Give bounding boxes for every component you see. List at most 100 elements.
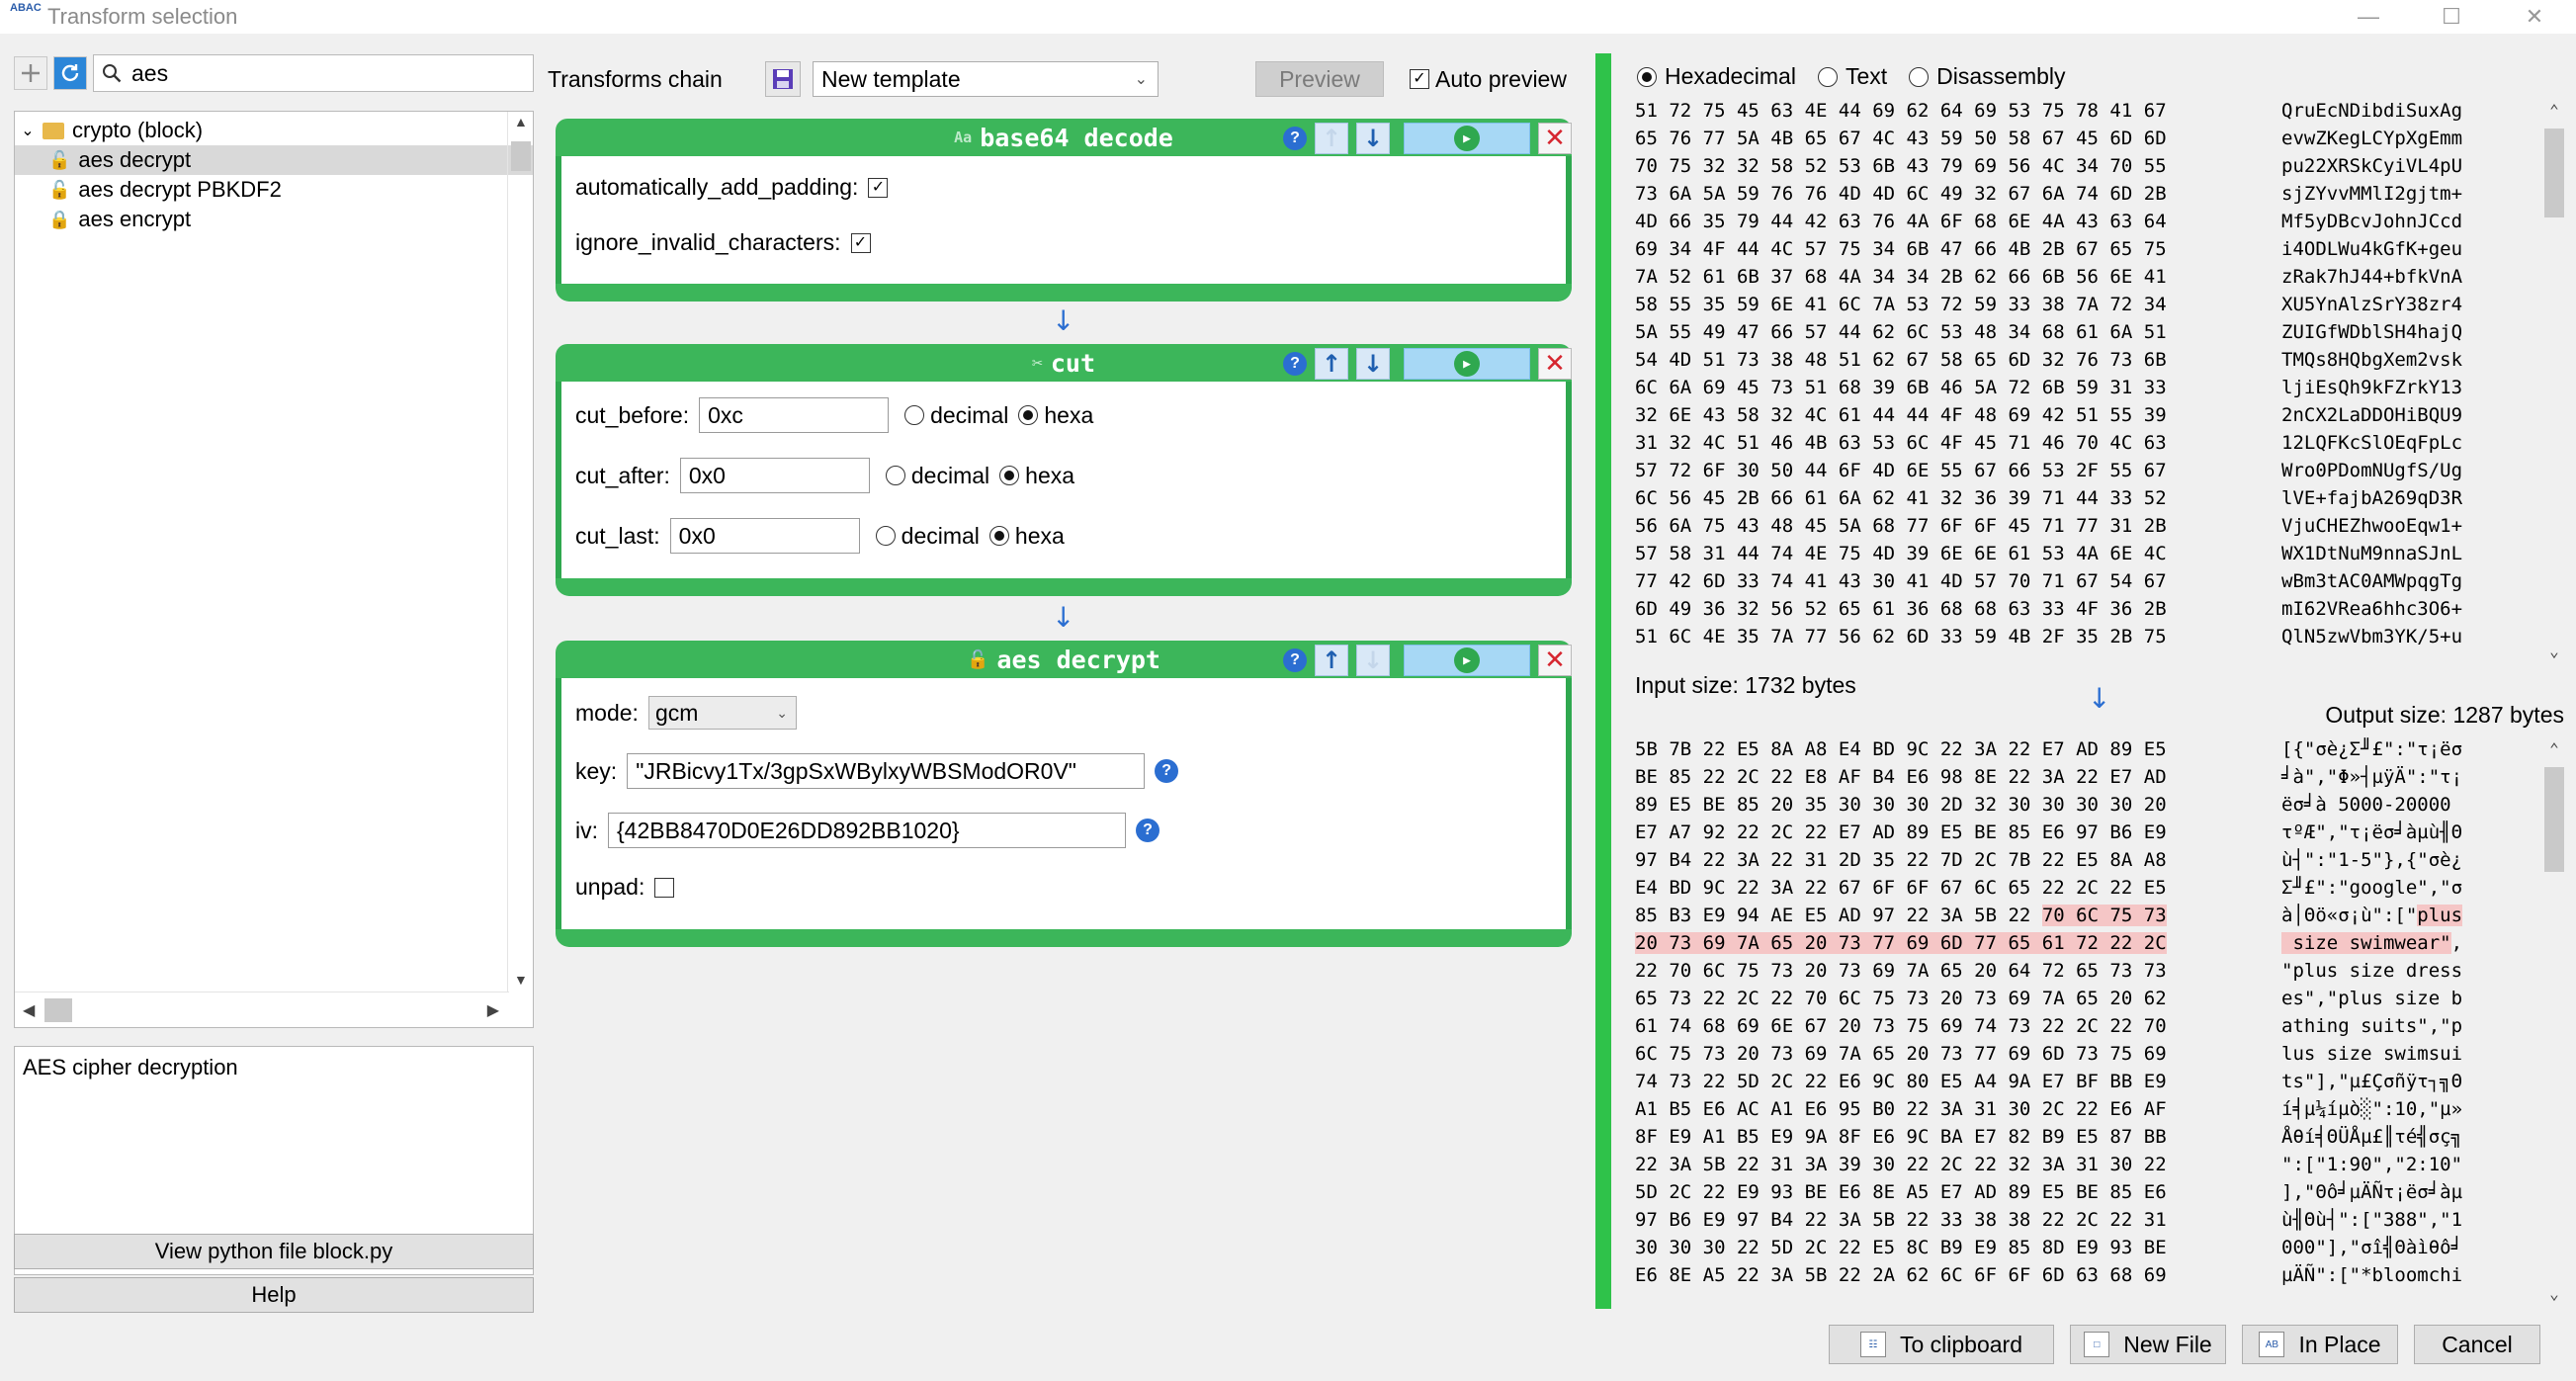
cut-last-hexa-radio[interactable] <box>988 526 1009 546</box>
auto-preview-checkbox[interactable]: ✓ <box>1410 69 1429 89</box>
save-template-button[interactable] <box>765 61 801 97</box>
move-up-button[interactable]: ↑ <box>1315 123 1348 154</box>
disassembly-radio[interactable] <box>1909 66 1930 87</box>
chevron-down-icon: ⌄ <box>1134 71 1148 88</box>
input-hex-view[interactable]: 51 72 75 45 63 4E 44 69 62 64 69 53 75 7… <box>1629 97 2568 664</box>
help-icon[interactable]: ? <box>1283 127 1307 150</box>
scroll-up-icon[interactable]: ▲ <box>514 114 528 129</box>
automatically-add-padding-checkbox[interactable]: ✓ <box>868 177 889 198</box>
close-window-button[interactable]: ✕ <box>2493 0 2576 34</box>
remove-block-button[interactable]: ✕ <box>1538 123 1572 154</box>
button-label: Cancel <box>2442 1331 2513 1357</box>
key-input[interactable] <box>627 753 1146 789</box>
move-up-button[interactable]: ↑ <box>1315 348 1348 380</box>
auto-preview-toggle[interactable]: ✓ Auto preview <box>1410 66 1567 93</box>
template-select[interactable]: New template ⌄ <box>813 61 1159 97</box>
scroll-thumb[interactable] <box>511 141 531 171</box>
radio-label: hexa <box>1014 522 1065 549</box>
param-label: key: <box>575 757 618 784</box>
input-scrollbar[interactable]: ⌃ ⌄ <box>2540 97 2568 664</box>
scroll-thumb[interactable] <box>2544 129 2564 217</box>
play-icon: ▶ <box>1454 647 1480 673</box>
tree-item-aes-encrypt[interactable]: 🔒 aes encrypt <box>15 205 533 234</box>
run-block-button[interactable]: ▶ <box>1404 348 1530 380</box>
remove-block-button[interactable]: ✕ <box>1538 348 1572 380</box>
cut-before-decimal-radio[interactable] <box>904 405 925 425</box>
in-place-button[interactable]: AB In Place <box>2242 1325 2398 1364</box>
tree-item-label: aes decrypt <box>78 147 192 172</box>
abac-icon: AB <box>2259 1332 2285 1357</box>
mode-value: gcm <box>654 699 699 726</box>
scroll-thumb-horizontal[interactable] <box>44 998 72 1022</box>
ignore-invalid-characters-checkbox[interactable]: ✓ <box>850 232 871 253</box>
action-buttons: ☷ To clipboard □ New File AB In Place Ca… <box>1829 1325 2540 1364</box>
run-block-button[interactable]: ▶ <box>1404 123 1530 154</box>
move-down-button[interactable]: ↓ <box>1356 348 1390 380</box>
hex-line: 5A 55 49 47 66 57 44 62 6C 53 48 34 68 6… <box>1635 321 2167 343</box>
chevron-down-icon: ⌄ <box>776 704 788 721</box>
tree-vertical-scrollbar[interactable]: ▲ ▼ <box>507 112 533 992</box>
cut-after-decimal-radio[interactable] <box>885 466 905 485</box>
transform-tree[interactable]: ⌄ crypto (block) 🔓 aes decrypt 🔓 aes dec… <box>14 111 534 1028</box>
scroll-down-icon[interactable]: ⌄ <box>2540 1284 2568 1303</box>
scroll-left-icon[interactable]: ◀ <box>23 1000 35 1020</box>
move-down-button[interactable]: ↓ <box>1356 645 1390 676</box>
preview-button[interactable]: Preview <box>1255 61 1384 97</box>
cancel-button[interactable]: Cancel <box>2414 1325 2540 1364</box>
help-icon[interactable]: ? <box>1136 819 1159 842</box>
scroll-down-icon[interactable]: ▼ <box>514 972 528 988</box>
cut-before-hexa-radio[interactable] <box>1018 405 1039 425</box>
help-icon[interactable]: ? <box>1283 648 1307 672</box>
scroll-thumb[interactable] <box>2544 767 2564 872</box>
unpad-checkbox[interactable] <box>654 877 675 898</box>
search-input[interactable] <box>131 59 527 87</box>
move-up-button[interactable]: ↑ <box>1315 645 1348 676</box>
hex-line: ":["1:90","2:10" <box>2281 1154 2463 1175</box>
hex-line: ZUIGfWDblSH4hajQ <box>2281 321 2463 343</box>
hex-line: 57 72 6F 30 50 44 6F 4D 6E 55 67 66 53 2… <box>1635 460 2167 481</box>
scroll-up-icon[interactable]: ⌃ <box>2540 739 2568 758</box>
hexadecimal-radio[interactable] <box>1637 66 1657 87</box>
radio-label: hexa <box>1025 462 1075 488</box>
tree-folder-crypto[interactable]: ⌄ crypto (block) <box>15 116 533 145</box>
scissors-icon: ✂ <box>1032 352 1043 374</box>
refresh-icon[interactable] <box>53 56 87 90</box>
maximize-button[interactable]: ☐ <box>2410 0 2493 34</box>
cut-before-input[interactable] <box>699 397 890 433</box>
help-button[interactable]: Help <box>14 1277 534 1313</box>
lock-open-icon: 🔓 <box>48 149 71 170</box>
param-cut-after: cut_after: decimal hexa <box>575 458 1074 493</box>
iv-input[interactable] <box>608 813 1126 848</box>
to-clipboard-button[interactable]: ☷ To clipboard <box>1829 1325 2054 1364</box>
view-python-button[interactable]: View python file block.py <box>14 1234 534 1269</box>
scroll-right-icon[interactable]: ▶ <box>487 1000 499 1020</box>
new-file-button[interactable]: □ New File <box>2070 1325 2226 1364</box>
tree-item-aes-decrypt[interactable]: 🔓 aes decrypt <box>15 145 533 175</box>
run-block-button[interactable]: ▶ <box>1404 645 1530 676</box>
collapse-chevron-icon[interactable]: ⌄ <box>17 121 39 140</box>
cut-last-input[interactable] <box>669 518 860 554</box>
output-hex-view[interactable]: 5B 7B 22 E5 8A A8 E4 BD 9C 22 3A 22 E7 A… <box>1629 735 2568 1307</box>
cut-after-hexa-radio[interactable] <box>999 466 1020 485</box>
help-icon[interactable]: ? <box>1283 352 1307 376</box>
help-icon[interactable]: ? <box>1155 759 1179 783</box>
minimize-button[interactable]: — <box>2327 0 2410 34</box>
tree-item-aes-decrypt-pbkdf2[interactable]: 🔓 aes decrypt PBKDF2 <box>15 175 533 205</box>
tree-horizontal-scrollbar[interactable]: ◀ ▶ <box>15 992 509 1027</box>
move-down-button[interactable]: ↓ <box>1356 123 1390 154</box>
scroll-up-icon[interactable]: ⌃ <box>2540 101 2568 120</box>
radio-label: Text <box>1845 63 1888 89</box>
search-box[interactable] <box>93 54 534 92</box>
mode-select[interactable]: gcm ⌄ <box>647 696 797 730</box>
cut-after-input[interactable] <box>679 458 870 493</box>
remove-block-button[interactable]: ✕ <box>1538 645 1572 676</box>
output-scrollbar[interactable]: ⌃ ⌄ <box>2540 735 2568 1307</box>
add-icon[interactable] <box>14 56 47 90</box>
hex-line: 85 B3 E9 94 AE E5 AD 97 22 3A 5B 22 70 6… <box>1635 905 2167 926</box>
cut-last-decimal-radio[interactable] <box>875 526 896 546</box>
hex-line: i4ODLWu4kGfK+geu <box>2281 238 2463 260</box>
text-radio[interactable] <box>1817 66 1838 87</box>
hex-line: ù┤":"1-5"},{"σè¿ <box>2281 849 2463 871</box>
scroll-down-icon[interactable]: ⌄ <box>2540 642 2568 660</box>
hex-line: es","plus size b <box>2281 988 2463 1009</box>
